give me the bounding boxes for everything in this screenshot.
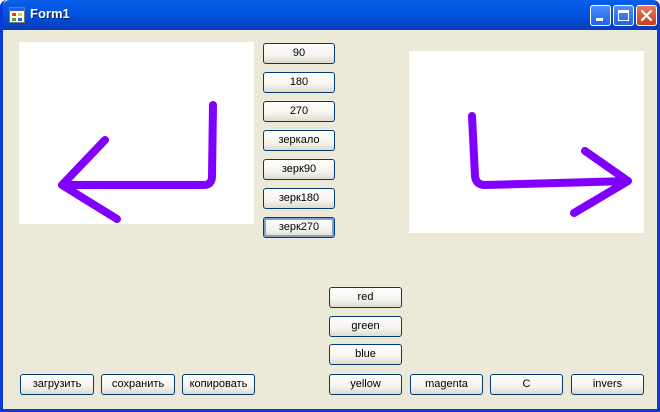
- arrow-right-icon: [468, 112, 632, 217]
- form-client-area: 90 180 270 зеркало зерк90 зерк180 зерк27…: [6, 30, 657, 409]
- maximize-button[interactable]: [613, 5, 634, 26]
- main-window: Form1 90 180 270 зеркало зерк90 зерк180 …: [0, 0, 660, 412]
- magenta-button[interactable]: magenta: [410, 374, 483, 395]
- rotate-180-button[interactable]: 180: [263, 72, 335, 93]
- source-picture-box: [19, 42, 254, 224]
- rotate-90-button[interactable]: 90: [263, 43, 335, 64]
- yellow-button[interactable]: yellow: [329, 374, 402, 395]
- mirror-180-button[interactable]: зерк180: [263, 188, 335, 209]
- close-button[interactable]: [636, 5, 657, 26]
- arrow-left-icon: [58, 101, 217, 223]
- minimize-button[interactable]: [590, 5, 611, 26]
- title-bar[interactable]: Form1: [3, 0, 657, 30]
- mirror-button[interactable]: зеркало: [263, 130, 335, 151]
- copy-button[interactable]: копировать: [182, 374, 255, 395]
- window-title: Form1: [30, 6, 70, 21]
- rotate-270-button[interactable]: 270: [263, 101, 335, 122]
- mirror-270-button[interactable]: зерк270: [263, 217, 335, 238]
- load-button[interactable]: загрузить: [20, 374, 94, 395]
- form-app-icon: [9, 7, 25, 23]
- mirror-90-button[interactable]: зерк90: [263, 159, 335, 180]
- result-picture-box: [409, 51, 644, 233]
- green-button[interactable]: green: [329, 316, 402, 337]
- red-button[interactable]: red: [329, 287, 402, 308]
- invers-button[interactable]: invers: [571, 374, 644, 395]
- c-button[interactable]: C: [490, 374, 563, 395]
- maximize-icon: [618, 10, 629, 21]
- minimize-icon: [596, 18, 603, 21]
- blue-button[interactable]: blue: [329, 344, 402, 365]
- close-icon: [640, 9, 653, 22]
- save-button[interactable]: сохранить: [101, 374, 175, 395]
